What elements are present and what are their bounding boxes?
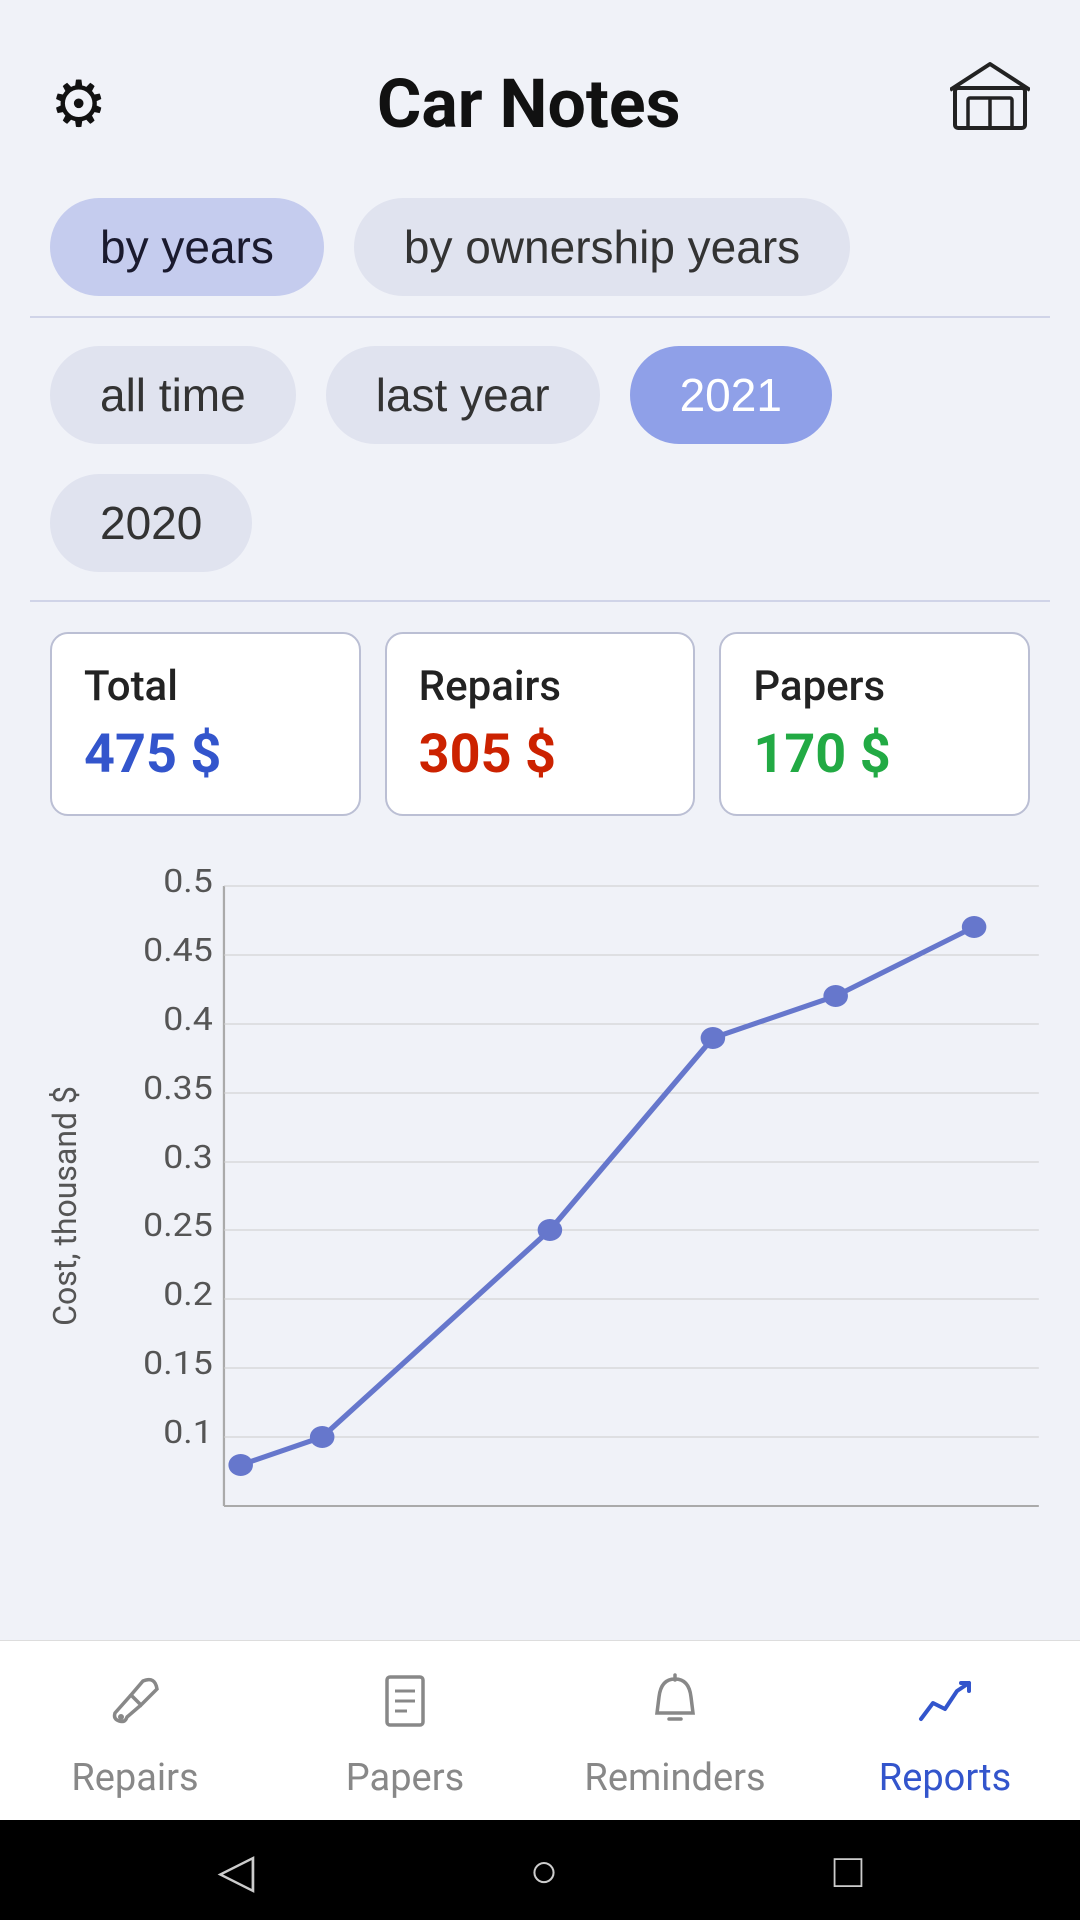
nav-papers-label: Papers (346, 1756, 464, 1800)
chart-svg: 0.5 0.45 0.4 0.35 0.3 0.25 0.2 0.15 0.1 (90, 866, 1050, 1546)
svg-text:0.5: 0.5 (163, 866, 213, 900)
filter-last-year[interactable]: last year (326, 346, 600, 444)
svg-text:0.45: 0.45 (143, 933, 213, 970)
filter-2020[interactable]: 2020 (50, 474, 252, 572)
data-point-6 (962, 916, 987, 938)
nav-repairs[interactable]: Repairs (0, 1671, 270, 1800)
papers-card: Papers 170 $ (719, 632, 1030, 816)
car-icon[interactable] (950, 60, 1030, 148)
nav-reports-label: Reports (879, 1756, 1011, 1800)
reminders-icon (645, 1671, 705, 1746)
recents-button[interactable]: □ (833, 1842, 862, 1899)
svg-text:0.4: 0.4 (163, 1002, 213, 1039)
chart-container: Cost, thousand $ (0, 846, 1080, 1640)
settings-icon[interactable]: ⚙ (50, 67, 107, 142)
home-button[interactable]: ○ (529, 1842, 558, 1899)
data-point-1 (228, 1454, 253, 1476)
nav-reports[interactable]: Reports (810, 1671, 1080, 1800)
papers-icon (375, 1671, 435, 1746)
page-title: Car Notes (377, 64, 681, 144)
total-value: 475 $ (84, 723, 327, 786)
svg-text:0.3: 0.3 (163, 1140, 213, 1177)
bottom-nav: Repairs Papers Reminders (0, 1640, 1080, 1820)
svg-text:0.2: 0.2 (163, 1277, 213, 1314)
svg-text:0.15: 0.15 (143, 1346, 213, 1383)
filter-group-2: all time last year 2021 2020 (0, 318, 1080, 600)
total-label: Total (84, 662, 327, 711)
repairs-label: Repairs (419, 662, 662, 711)
app-header: ⚙ Car Notes (0, 0, 1080, 178)
nav-reminders-label: Reminders (584, 1756, 765, 1800)
repairs-icon (105, 1671, 165, 1746)
filter-group-1: by years by ownership years (0, 178, 1080, 316)
filter-by-ownership-years[interactable]: by ownership years (354, 198, 850, 296)
data-point-2 (310, 1426, 335, 1448)
svg-text:0.25: 0.25 (143, 1208, 213, 1245)
svg-text:0.35: 0.35 (143, 1071, 213, 1108)
filter-2021[interactable]: 2021 (630, 346, 832, 444)
summary-cards: Total 475 $ Repairs 305 $ Papers 170 $ (0, 602, 1080, 846)
total-card: Total 475 $ (50, 632, 361, 816)
filter-all-time[interactable]: all time (50, 346, 296, 444)
papers-label: Papers (753, 662, 996, 711)
papers-value: 170 $ (753, 723, 996, 786)
android-nav-bar: ◁ ○ □ (0, 1820, 1080, 1920)
repairs-value: 305 $ (419, 723, 662, 786)
svg-text:0.1: 0.1 (163, 1415, 213, 1452)
nav-repairs-label: Repairs (71, 1756, 198, 1800)
y-axis-label: Cost, thousand $ (46, 1086, 84, 1326)
repairs-card: Repairs 305 $ (385, 632, 696, 816)
data-point-4 (701, 1027, 726, 1049)
reports-icon (915, 1671, 975, 1746)
filter-by-years[interactable]: by years (50, 198, 324, 296)
nav-papers[interactable]: Papers (270, 1671, 540, 1800)
back-button[interactable]: ◁ (218, 1842, 255, 1899)
data-point-5 (823, 985, 848, 1007)
nav-reminders[interactable]: Reminders (540, 1671, 810, 1800)
data-point-3 (538, 1219, 563, 1241)
